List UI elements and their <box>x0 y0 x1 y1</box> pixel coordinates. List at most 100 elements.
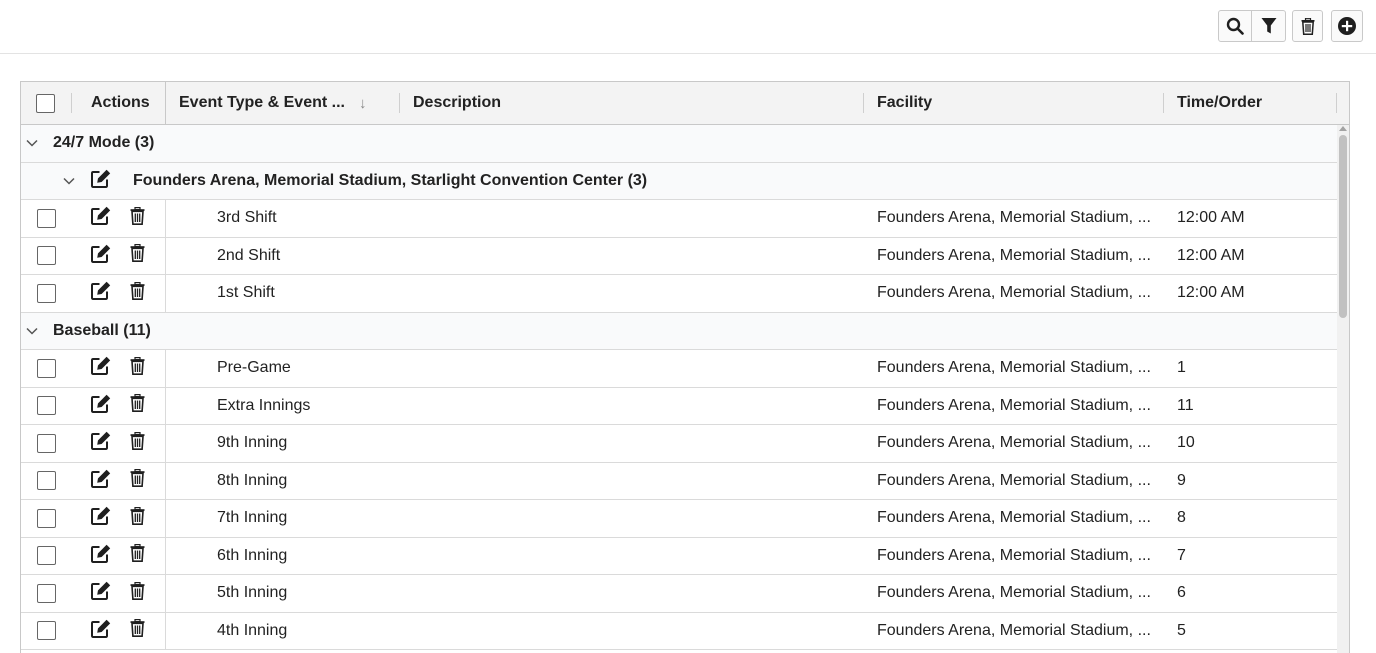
edit-icon <box>91 581 111 605</box>
edit-icon <box>91 619 111 643</box>
group-label: 24/7 Mode (3) <box>53 134 155 152</box>
edit-row-button[interactable] <box>91 613 111 650</box>
delete-group <box>1292 10 1323 42</box>
column-header-facility[interactable]: Facility <box>877 82 932 124</box>
group-row[interactable]: Baseball (11) <box>21 312 1337 350</box>
row-checkbox[interactable] <box>37 621 56 641</box>
table-row[interactable]: Pre-Game Founders Arena, Memorial Stadium… <box>21 350 1337 388</box>
table-row[interactable]: 7th Inning Founders Arena, Memorial Stadi… <box>21 500 1337 538</box>
group-label: Baseball (11) <box>53 321 151 339</box>
edit-icon <box>91 506 111 530</box>
table-row[interactable]: 4th Inning Founders Arena, Memorial Stadi… <box>21 612 1337 650</box>
edit-row-button[interactable] <box>91 500 111 537</box>
row-checkbox[interactable] <box>37 283 56 303</box>
row-checkbox[interactable] <box>37 208 56 228</box>
time-order-cell: 5 <box>1177 621 1186 639</box>
header-separator[interactable] <box>863 93 864 113</box>
delete-row-button[interactable] <box>130 388 145 425</box>
edit-row-button[interactable] <box>91 350 111 387</box>
table-row[interactable]: 9th Inning Founders Arena, Memorial Stadi… <box>21 425 1337 463</box>
column-header-description[interactable]: Description <box>413 82 501 124</box>
trash-icon <box>130 431 145 455</box>
edit-row-button[interactable] <box>91 200 111 237</box>
edit-row-button[interactable] <box>91 238 111 275</box>
edit-row-button[interactable] <box>91 463 111 500</box>
actions-column-border <box>165 350 166 387</box>
expand-group-button[interactable] <box>26 125 38 162</box>
event-name-cell: 7th Inning <box>217 509 288 527</box>
vertical-scrollbar[interactable] <box>1337 125 1349 653</box>
edit-row-button[interactable] <box>91 575 111 612</box>
delete-row-button[interactable] <box>130 575 145 612</box>
column-header-facility-label: Facility <box>877 94 933 111</box>
expand-subgroup-button[interactable] <box>63 163 75 200</box>
table-row[interactable]: 3rd Shift Founders Arena, Memorial Stadiu… <box>21 200 1337 238</box>
actions-column-border <box>165 500 166 537</box>
row-checkbox[interactable] <box>37 508 56 528</box>
row-checkbox[interactable] <box>37 471 56 491</box>
edit-icon <box>91 356 111 380</box>
table-row[interactable]: 1st Shift Founders Arena, Memorial Stadiu… <box>21 275 1337 313</box>
edit-subgroup-button[interactable] <box>91 163 111 200</box>
row-checkbox[interactable] <box>37 433 56 453</box>
edit-row-button[interactable] <box>91 425 111 462</box>
row-checkbox[interactable] <box>37 583 56 603</box>
delete-row-button[interactable] <box>130 613 145 650</box>
subgroup-label: Founders Arena, Memorial Stadium, Starli… <box>133 171 648 189</box>
table-row[interactable]: 6th Inning Founders Arena, Memorial Stadi… <box>21 537 1337 575</box>
row-checkbox[interactable] <box>37 396 56 416</box>
scrollbar-thumb[interactable] <box>1339 135 1347 318</box>
edit-row-button[interactable] <box>91 538 111 575</box>
edit-row-button[interactable] <box>91 388 111 425</box>
delete-row-button[interactable] <box>130 350 145 387</box>
facility-cell: Founders Arena, Memorial Stadium, ... <box>877 396 1151 414</box>
time-order-cell: 10 <box>1177 434 1195 452</box>
table-row[interactable]: 8th Inning Founders Arena, Memorial Stadi… <box>21 462 1337 500</box>
actions-column-border <box>165 537 166 574</box>
row-checkbox[interactable] <box>37 546 56 566</box>
delete-row-button[interactable] <box>130 200 145 237</box>
row-checkbox[interactable] <box>37 358 56 378</box>
event-name-cell: Extra Innings <box>217 396 311 414</box>
facility-cell: Founders Arena, Memorial Stadium, ... <box>877 584 1151 602</box>
header-separator <box>71 93 72 113</box>
edit-icon <box>91 544 111 568</box>
delete-row-button[interactable] <box>130 500 145 537</box>
time-order-cell: 9 <box>1177 471 1186 489</box>
actions-column-border <box>165 425 166 462</box>
group-row[interactable]: 24/7 Mode (3) <box>21 125 1337 163</box>
delete-row-button[interactable] <box>130 275 145 312</box>
select-all-cell <box>36 82 55 124</box>
delete-row-button[interactable] <box>130 538 145 575</box>
table-row[interactable]: 2nd Shift Founders Arena, Memorial Stadiu… <box>21 237 1337 275</box>
header-separator[interactable] <box>1336 93 1337 113</box>
facility-cell: Founders Arena, Memorial Stadium, ... <box>877 284 1151 302</box>
facility-cell: Founders Arena, Memorial Stadium, ... <box>877 434 1151 452</box>
edit-icon <box>91 469 111 493</box>
delete-row-button[interactable] <box>130 463 145 500</box>
table-row[interactable]: Extra Innings Founders Arena, Memorial St… <box>21 387 1337 425</box>
sort-descending-icon[interactable]: ↓ <box>359 95 367 112</box>
expand-group-button[interactable] <box>26 313 38 350</box>
delete-selected-button[interactable] <box>1292 10 1323 42</box>
subgroup-row[interactable]: Founders Arena, Memorial Stadium, Starli… <box>21 162 1337 200</box>
event-name-cell: 6th Inning <box>217 546 288 564</box>
actions-column-border <box>165 462 166 499</box>
column-header-time-order[interactable]: Time/Order <box>1177 82 1262 124</box>
header-separator[interactable] <box>1163 93 1164 113</box>
delete-row-button[interactable] <box>130 425 145 462</box>
row-checkbox[interactable] <box>37 246 56 266</box>
edit-row-button[interactable] <box>91 275 111 312</box>
select-all-checkbox[interactable] <box>36 93 55 113</box>
header-separator[interactable] <box>399 93 400 113</box>
scroll-up-icon[interactable] <box>1339 126 1347 131</box>
edit-icon <box>91 244 111 268</box>
filter-button[interactable] <box>1252 10 1286 42</box>
add-button[interactable] <box>1331 10 1363 42</box>
search-button[interactable] <box>1218 10 1252 42</box>
chevron-down-icon <box>63 172 75 190</box>
trash-icon <box>130 506 145 530</box>
delete-row-button[interactable] <box>130 238 145 275</box>
column-header-event-type[interactable]: Event Type & Event ... ↓ <box>179 82 366 124</box>
table-row[interactable]: 5th Inning Founders Arena, Memorial Stadi… <box>21 575 1337 613</box>
